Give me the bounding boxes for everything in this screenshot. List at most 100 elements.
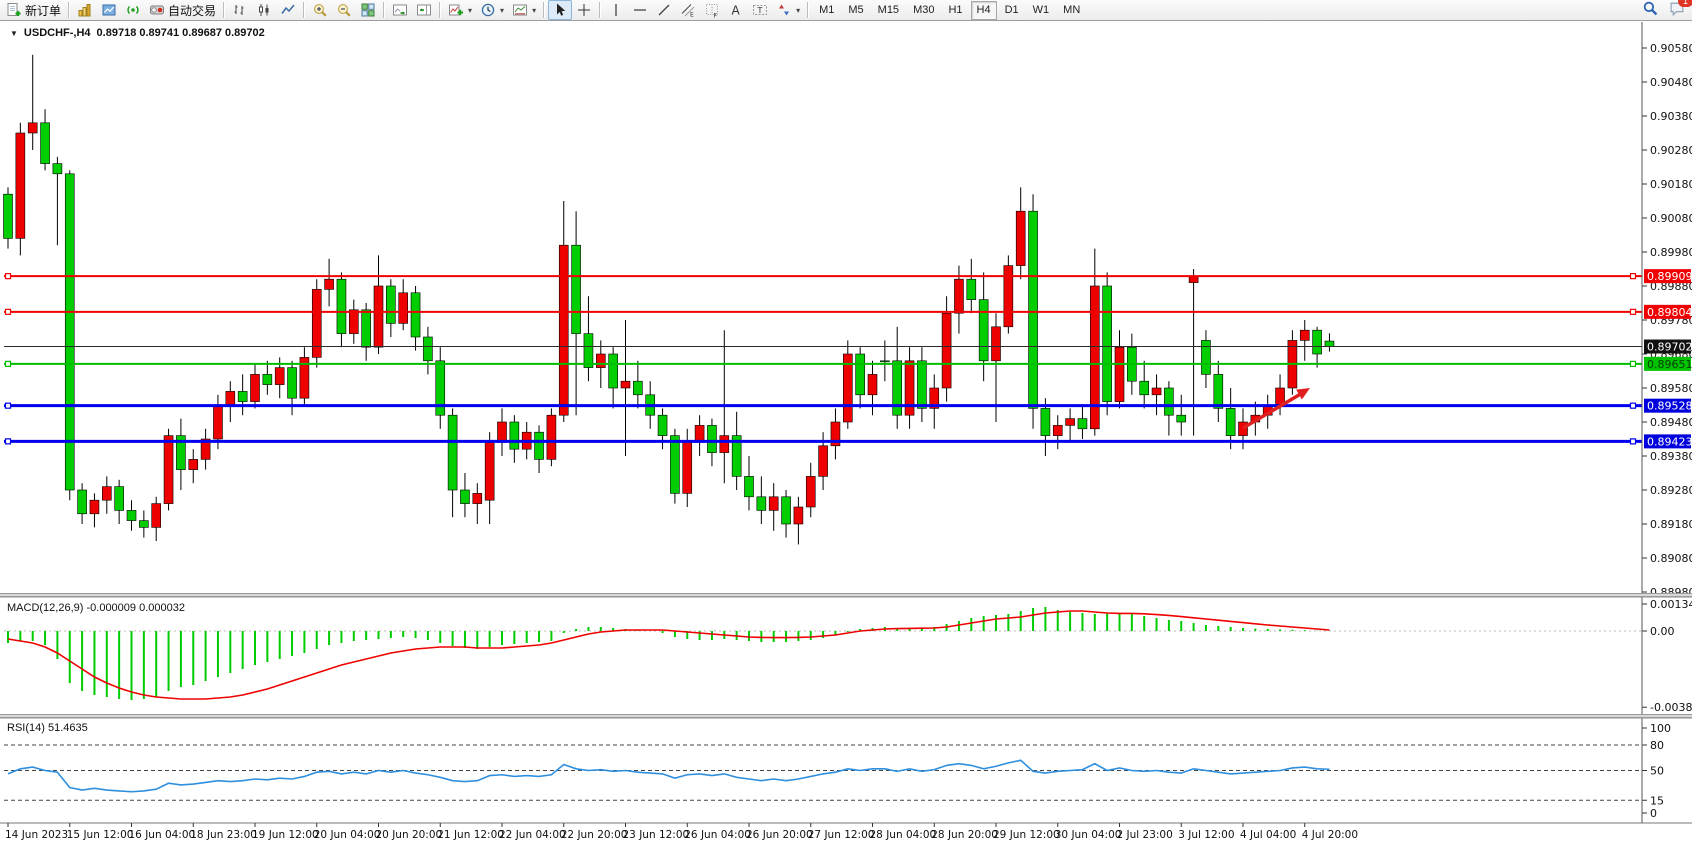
shapes-icon: [776, 2, 792, 18]
line-handle[interactable]: [6, 403, 11, 408]
toolbar-auto-scroll-button[interactable]: [388, 0, 412, 20]
candle-body: [152, 504, 161, 528]
candle-body: [337, 279, 346, 333]
line-handle[interactable]: [1631, 403, 1636, 408]
candle-body: [992, 327, 1001, 361]
chart-window[interactable]: 0.905800.904800.903800.902800.901800.900…: [0, 21, 1692, 845]
candle-body: [1115, 347, 1124, 401]
line-handle[interactable]: [1631, 361, 1636, 366]
time-axis-label: 15 Jun 12:00: [67, 829, 134, 841]
candle-body: [102, 487, 111, 501]
candle-body: [251, 374, 260, 401]
timeframe-m1[interactable]: M1: [813, 1, 840, 20]
timeframe-d1[interactable]: D1: [999, 1, 1025, 20]
toolbar-charts-button[interactable]: [73, 0, 97, 20]
toolbar-cursor-button[interactable]: [548, 0, 572, 20]
grid-icon: F: [704, 2, 720, 18]
timeframe-w1[interactable]: W1: [1027, 1, 1056, 20]
toolbar-profiles-button[interactable]: [97, 0, 121, 20]
price-tick-label: 0.89980: [1650, 246, 1692, 259]
candle-body: [374, 286, 383, 347]
candle-body: [1152, 388, 1161, 395]
price-tick-label: 0.89380: [1650, 450, 1692, 463]
candle-body: [164, 436, 173, 504]
toolbar-text-label-button[interactable]: T: [748, 0, 772, 20]
candle-body: [1313, 330, 1322, 354]
line-handle[interactable]: [6, 439, 11, 444]
periods-icon: [480, 2, 496, 18]
candle-body: [695, 425, 704, 442]
candle-body: [325, 279, 334, 289]
toolbar-trendline-button[interactable]: [652, 0, 676, 20]
toolbar-text-button[interactable]: A: [724, 0, 748, 20]
indicators-icon: [448, 2, 464, 18]
candle-body: [460, 490, 469, 504]
candle-body: [1053, 425, 1062, 435]
time-axis-label: 22 Jun 20:00: [561, 829, 628, 841]
price-tag-label: 0.89909: [1647, 270, 1692, 283]
candle-body: [1325, 341, 1334, 346]
price-tick-label: 0.90180: [1650, 178, 1692, 191]
candle-body: [572, 245, 581, 333]
candle-body: [1103, 286, 1112, 402]
toolbar-group: 新订单: [2, 0, 65, 20]
candle-body: [78, 490, 87, 514]
chart-symbol-period: USDCHF-,H4: [24, 27, 91, 39]
toolbar-chart-shift-button[interactable]: [412, 0, 436, 20]
toolbar-new-order-button[interactable]: 新订单: [2, 0, 65, 20]
price-tag-label: 0.89423: [1647, 435, 1692, 448]
toolbar-signals-button[interactable]: [121, 0, 145, 20]
line-handle[interactable]: [6, 274, 11, 279]
toolbar-candle-chart-button[interactable]: [252, 0, 276, 20]
timeframe-h4[interactable]: H4: [971, 1, 997, 20]
line-handle[interactable]: [1631, 439, 1636, 444]
candle-body: [28, 123, 37, 133]
toolbar-templates-button[interactable]: ▾: [508, 0, 540, 20]
chart-canvas[interactable]: 0.905800.904800.903800.902800.901800.900…: [0, 22, 1692, 845]
toolbar-zoom-in-button[interactable]: [308, 0, 332, 20]
zoom-out-icon: [336, 2, 352, 18]
chat-icon[interactable]: 1: [1669, 0, 1686, 22]
toolbar-zoom-out-button[interactable]: [332, 0, 356, 20]
toolbar-indicators-button[interactable]: ▾: [444, 0, 476, 20]
pane-separator-macd[interactable]: [0, 593, 1692, 597]
toolbar-group: [308, 0, 380, 20]
candle-body: [1029, 211, 1038, 408]
rsi-axis-label: 15: [1650, 794, 1664, 807]
candle-body: [794, 507, 803, 524]
timeframe-m15[interactable]: M15: [872, 1, 905, 20]
candle-body: [399, 293, 408, 324]
timeframe-m30[interactable]: M30: [907, 1, 940, 20]
timeframe-mn[interactable]: MN: [1057, 1, 1086, 20]
macd-axis-label: -0.00381: [1650, 701, 1692, 714]
line-handle[interactable]: [6, 361, 11, 366]
signals-icon: [125, 2, 141, 18]
timeframe-h1[interactable]: H1: [942, 1, 968, 20]
time-axis-label: 26 Jun 20:00: [746, 829, 813, 841]
line-handle[interactable]: [6, 309, 11, 314]
toolbar-autotrading-button[interactable]: 自动交易: [145, 0, 220, 20]
toolbar-horizontal-line-button[interactable]: [628, 0, 652, 20]
toolbar-arrows-button[interactable]: ▾: [772, 0, 804, 20]
toolbar-crosshair-button[interactable]: [572, 0, 596, 20]
toolbar-periods-button[interactable]: ▾: [476, 0, 508, 20]
line-handle[interactable]: [1631, 309, 1636, 314]
toolbar-tile-windows-button[interactable]: [356, 0, 380, 20]
toolbar-vertical-line-button[interactable]: [604, 0, 628, 20]
line-handle[interactable]: [1631, 274, 1636, 279]
price-tick-label: 0.89480: [1650, 416, 1692, 429]
candle-body: [275, 368, 284, 385]
toolbar-bar-chart-button[interactable]: [228, 0, 252, 20]
price-tick-label: 0.90580: [1650, 42, 1692, 55]
auto-scroll-icon: [392, 2, 408, 18]
timeframe-m5[interactable]: M5: [842, 1, 869, 20]
toolbar-right: 1: [1642, 1, 1686, 20]
time-axis-label: 28 Jun 04:00: [870, 829, 937, 841]
chart-expand-icon[interactable]: ▼: [10, 29, 18, 38]
toolbar-fibonacci-button[interactable]: E: [676, 0, 700, 20]
pane-separator-rsi[interactable]: [0, 714, 1692, 718]
toolbar-line-chart-button[interactable]: [276, 0, 300, 20]
caret-down-icon: ▾: [468, 6, 472, 15]
search-icon[interactable]: [1642, 0, 1659, 22]
toolbar-equidistant-channel-button[interactable]: F: [700, 0, 724, 20]
